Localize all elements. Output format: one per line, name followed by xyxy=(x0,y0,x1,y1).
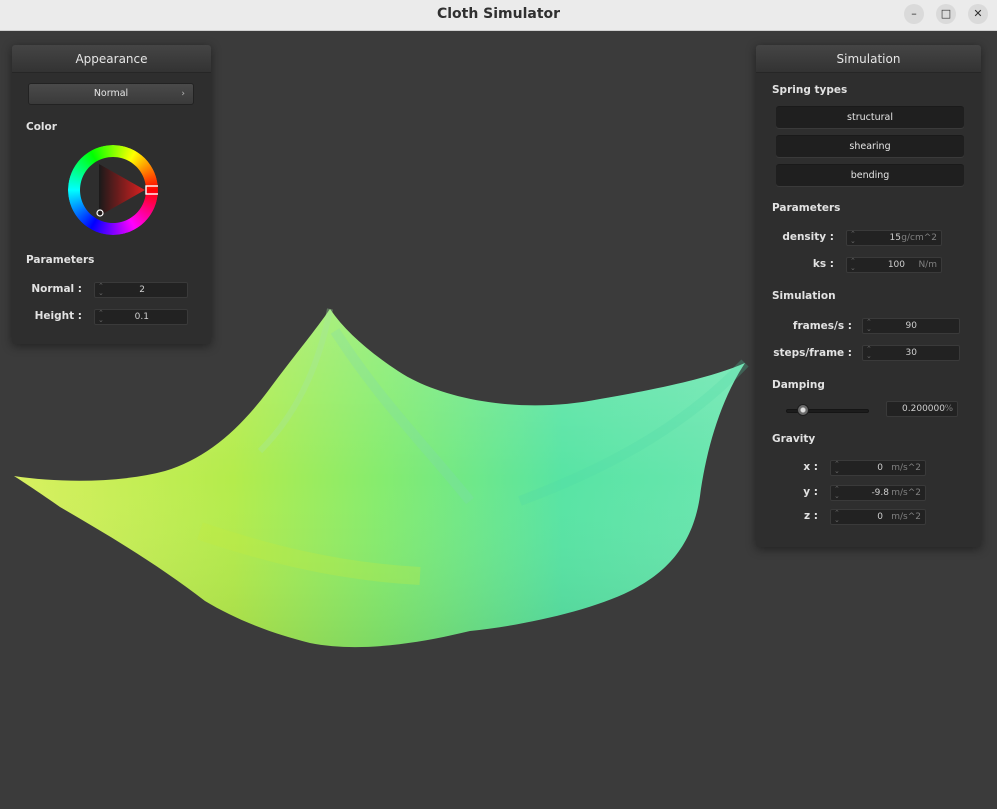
close-icon: ✕ xyxy=(973,7,983,20)
normal-value: 2 xyxy=(139,285,145,295)
normal-spinbox[interactable]: ⌃ ⌄ 2 xyxy=(94,282,188,298)
shearing-button[interactable]: shearing xyxy=(776,135,964,157)
gravity-y-spinbox[interactable]: ⌃ ⌄ -9.8 m/s^2 xyxy=(830,485,926,501)
gravity-y-label: y : xyxy=(803,486,818,498)
minimize-button[interactable]: – xyxy=(904,4,924,24)
spin-arrows-icon[interactable]: ⌃ ⌄ xyxy=(850,258,856,272)
spin-arrows-icon[interactable]: ⌃ ⌄ xyxy=(834,486,840,500)
spin-arrows-icon[interactable]: ⌃ ⌄ xyxy=(834,510,840,524)
steps-value: 30 xyxy=(905,348,917,358)
damping-label: Damping xyxy=(772,379,825,391)
spin-arrows-icon[interactable]: ⌃ ⌄ xyxy=(866,319,872,333)
gravity-z-spinbox[interactable]: ⌃ ⌄ 0 m/s^2 xyxy=(830,509,926,525)
color-triangle xyxy=(99,164,145,216)
spin-arrows-icon[interactable]: ⌃ ⌄ xyxy=(834,461,840,475)
damping-field[interactable]: 0.200000 % xyxy=(886,401,958,417)
ks-label: ks : xyxy=(812,258,834,270)
height-value: 0.1 xyxy=(134,312,149,322)
damping-slider-handle[interactable] xyxy=(796,404,809,416)
gravity-y-value: -9.8 xyxy=(871,488,889,498)
density-value: 15 xyxy=(889,233,901,243)
gravity-x-label: x : xyxy=(803,461,818,473)
spin-arrows-icon[interactable]: ⌃ ⌄ xyxy=(98,283,104,297)
chevron-right-icon: › xyxy=(181,89,185,99)
bending-button[interactable]: bending xyxy=(776,164,964,186)
close-button[interactable]: ✕ xyxy=(968,4,988,24)
height-spinbox[interactable]: ⌃ ⌄ 0.1 xyxy=(94,309,188,325)
density-unit: g/cm^2 xyxy=(901,233,937,243)
title-bar: Cloth Simulator – □ ✕ xyxy=(0,0,997,31)
ks-value: 100 xyxy=(887,260,905,270)
window-title: Cloth Simulator xyxy=(436,6,561,22)
gravity-z-unit: m/s^2 xyxy=(891,512,921,522)
simulation-section-label: Simulation xyxy=(772,290,836,302)
spring-types-label: Spring types xyxy=(772,84,848,96)
simulation-header: Simulation xyxy=(756,45,981,73)
simulation-panel: Simulation Spring types structural shear… xyxy=(756,45,981,547)
shader-dropdown[interactable]: Normal › xyxy=(28,83,194,105)
minimize-icon: – xyxy=(911,7,917,20)
color-label: Color xyxy=(26,121,57,133)
maximize-button[interactable]: □ xyxy=(936,4,956,24)
color-wheel[interactable] xyxy=(68,145,158,235)
spin-arrows-icon[interactable]: ⌃ ⌄ xyxy=(98,310,104,324)
ks-unit: N/m xyxy=(918,260,937,270)
spin-arrows-icon[interactable]: ⌃ ⌄ xyxy=(850,231,856,245)
fps-spinbox[interactable]: ⌃ ⌄ 90 xyxy=(862,318,960,334)
gravity-label: Gravity xyxy=(772,433,816,445)
maximize-icon: □ xyxy=(940,7,952,20)
gravity-z-value: 0 xyxy=(877,512,883,522)
appearance-parameters-label: Parameters xyxy=(26,254,95,266)
appearance-panel: Appearance Normal › Color Parameters Nor… xyxy=(12,45,211,344)
fps-label: frames/s : xyxy=(792,320,852,332)
spin-arrows-icon[interactable]: ⌃ ⌄ xyxy=(866,346,872,360)
gravity-z-label: z : xyxy=(804,510,818,522)
appearance-header: Appearance xyxy=(12,45,211,73)
height-label: Height : xyxy=(34,310,82,322)
fps-value: 90 xyxy=(905,321,917,331)
shader-value: Normal xyxy=(93,88,129,99)
sim-parameters-label: Parameters xyxy=(772,202,841,214)
gravity-x-value: 0 xyxy=(877,463,883,473)
gravity-x-unit: m/s^2 xyxy=(891,463,921,473)
density-label: density : xyxy=(782,231,834,243)
ks-spinbox[interactable]: ⌃ ⌄ 100 N/m xyxy=(846,257,942,273)
damping-unit: % xyxy=(944,404,953,414)
gravity-y-unit: m/s^2 xyxy=(891,488,921,498)
gravity-x-spinbox[interactable]: ⌃ ⌄ 0 m/s^2 xyxy=(830,460,926,476)
steps-label: steps/frame : xyxy=(773,347,852,359)
structural-button[interactable]: structural xyxy=(776,106,964,128)
damping-value: 0.200000 xyxy=(902,404,945,414)
density-spinbox[interactable]: ⌃ ⌄ 15 g/cm^2 xyxy=(846,230,942,246)
steps-spinbox[interactable]: ⌃ ⌄ 30 xyxy=(862,345,960,361)
normal-label: Normal : xyxy=(31,283,82,295)
